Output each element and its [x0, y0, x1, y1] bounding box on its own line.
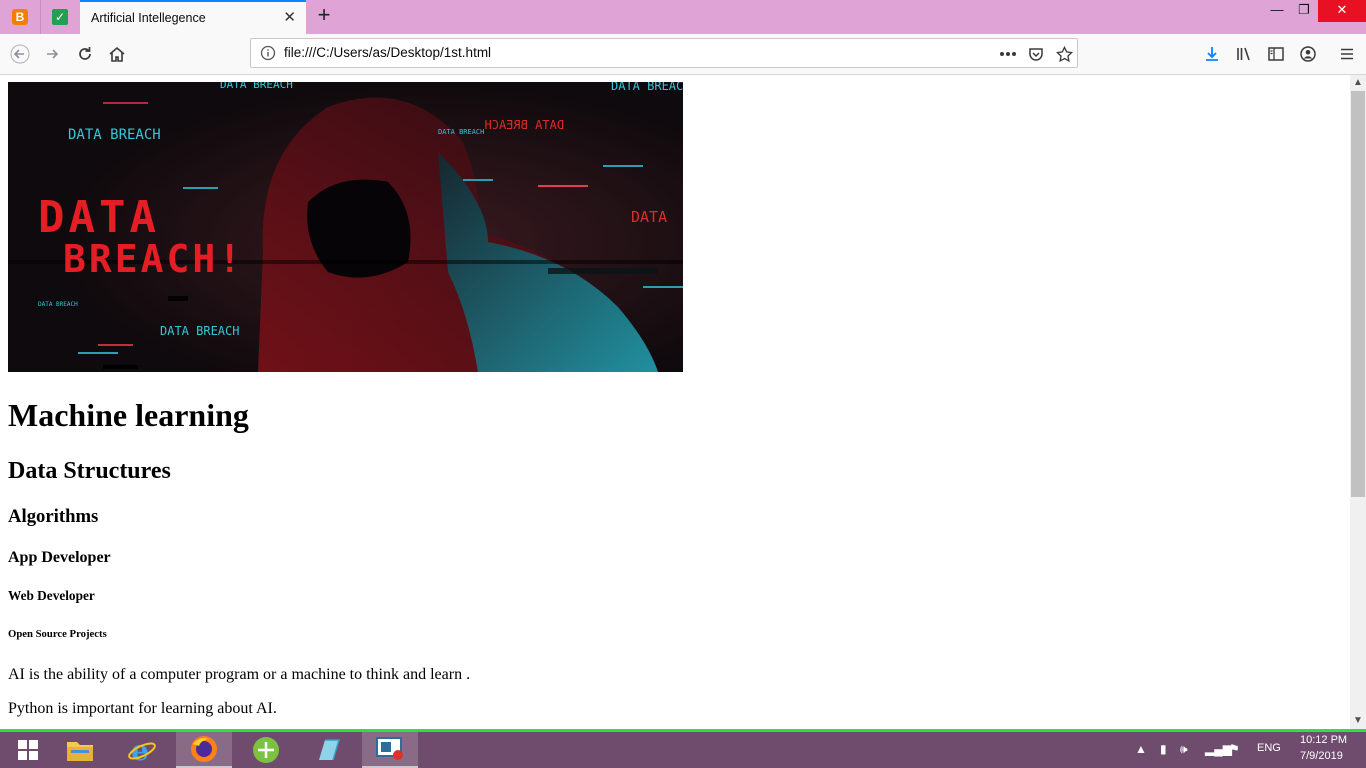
- scroll-up-arrow-icon[interactable]: ▲: [1350, 75, 1366, 91]
- scrollbar-thumb[interactable]: [1351, 91, 1365, 497]
- tab-title: Artificial Intellegence: [91, 11, 206, 25]
- checkmark-icon: ✓: [52, 9, 68, 25]
- hero-text: DATA BREACH: [220, 82, 293, 91]
- taskbar-app-green[interactable]: [238, 732, 294, 768]
- taskbar-internet-explorer[interactable]: e: [114, 732, 170, 768]
- volume-icon[interactable]: 🕪: [1180, 742, 1188, 757]
- sidebar-icon: [1268, 47, 1284, 61]
- taskbar-firefox[interactable]: [176, 732, 232, 768]
- tab-close-icon[interactable]: ✕: [283, 8, 296, 26]
- account-icon: [1300, 46, 1316, 62]
- vertical-scrollbar[interactable]: ▲ ▼: [1350, 75, 1366, 729]
- reload-button[interactable]: [73, 42, 97, 66]
- forward-button[interactable]: [40, 42, 64, 66]
- hero-text: DATA: [631, 208, 667, 226]
- network-icon[interactable]: ▂▄▆: [1205, 742, 1232, 756]
- heading-open-source-projects: Open Source Projects: [8, 628, 107, 640]
- back-button[interactable]: [8, 42, 32, 66]
- hero-big-text: DATA: [38, 192, 160, 243]
- data-breach-image: DATA BREACH DATA BREACH DATA BREACH DATA…: [8, 82, 683, 372]
- sidebar-button[interactable]: [1264, 42, 1288, 66]
- blogger-icon: B: [12, 9, 28, 25]
- bookmark-star-icon[interactable]: [1054, 44, 1074, 64]
- back-arrow-icon: [10, 44, 30, 64]
- account-button[interactable]: [1296, 42, 1320, 66]
- hero-text: DATA BREACH: [160, 324, 239, 338]
- folder-icon: [67, 742, 93, 761]
- library-button[interactable]: [1232, 42, 1256, 66]
- home-button[interactable]: [105, 42, 129, 66]
- clock-date[interactable]: 7/9/2019: [1300, 750, 1343, 762]
- library-icon: [1237, 47, 1250, 61]
- paragraph-python: Python is important for learning about A…: [8, 700, 277, 717]
- download-icon: [1206, 47, 1218, 61]
- scroll-down-arrow-icon[interactable]: ▼: [1350, 713, 1366, 729]
- pinned-tab-checklist[interactable]: ✓: [40, 0, 81, 34]
- forward-arrow-icon: [47, 49, 59, 59]
- heading-machine-learning: Machine learning: [8, 397, 249, 433]
- menu-button[interactable]: [1335, 42, 1359, 66]
- pocket-icon[interactable]: [1026, 44, 1046, 64]
- hero-big-text: BREACH!: [63, 237, 244, 281]
- language-indicator[interactable]: ENG: [1257, 742, 1281, 754]
- navigation-toolbar: file:///C:/Users/as/Desktop/1st.html: [0, 34, 1366, 75]
- firefox-icon: [191, 736, 217, 762]
- tab-strip: B ✓ Artificial Intellegence ✕ + — ❐ ✕: [0, 0, 1366, 34]
- heading-web-developer: Web Developer: [8, 588, 95, 603]
- windows-logo-icon: [18, 740, 38, 760]
- home-icon: [109, 46, 125, 62]
- battery-icon[interactable]: ▮: [1160, 742, 1167, 756]
- url-bar[interactable]: file:///C:/Users/as/Desktop/1st.html: [250, 38, 1078, 68]
- paragraph-ai-definition: AI is the ability of a computer program …: [8, 666, 471, 683]
- page-content: DATA BREACH DATA BREACH DATA BREACH DATA…: [0, 75, 1350, 729]
- hamburger-menu-icon: [1341, 48, 1353, 60]
- url-text[interactable]: file:///C:/Users/as/Desktop/1st.html: [284, 45, 491, 60]
- taskbar-file-explorer[interactable]: [52, 732, 108, 768]
- start-button[interactable]: [0, 732, 56, 768]
- taskbar-screen-recorder[interactable]: [362, 732, 418, 768]
- action-center-flag-icon[interactable]: ⚑: [1229, 742, 1240, 756]
- heading-algorithms: Algorithms: [8, 506, 99, 527]
- screen-recorder-icon: [376, 737, 403, 760]
- new-tab-button[interactable]: +: [314, 4, 334, 28]
- reload-icon: [79, 47, 91, 60]
- hero-text: DATA BREACH: [68, 127, 161, 143]
- hero-mirrored-text: DATA BREACH: [485, 118, 564, 132]
- hero-text: DATA BREACH: [38, 301, 78, 308]
- downloads-button[interactable]: [1200, 42, 1224, 66]
- app-blue-pencil-icon: [319, 739, 341, 761]
- hero-text: DATA BREACH: [438, 128, 484, 136]
- taskbar: e ▲ ▮ 🕪 ▂▄▆ ⚑ ENG 10:12 PM 7/9/2019: [0, 732, 1366, 768]
- hero-text: DATA BREACH: [611, 82, 683, 93]
- hero-image: DATA BREACH DATA BREACH DATA BREACH DATA…: [8, 82, 683, 372]
- close-window-button[interactable]: ✕: [1318, 0, 1366, 22]
- pinned-tab-blogger[interactable]: B: [0, 0, 41, 34]
- tab-active[interactable]: Artificial Intellegence ✕: [80, 0, 306, 34]
- taskbar-app-blue[interactable]: [300, 732, 356, 768]
- show-hidden-icons-icon[interactable]: ▲: [1135, 742, 1147, 756]
- page-actions-icon[interactable]: [998, 44, 1018, 64]
- clock-time[interactable]: 10:12 PM: [1300, 734, 1347, 746]
- app-green-circle-icon: [253, 737, 279, 763]
- internet-explorer-icon: e: [128, 735, 156, 765]
- heading-app-developer: App Developer: [8, 549, 111, 566]
- info-icon[interactable]: [260, 45, 276, 66]
- heading-data-structures: Data Structures: [8, 458, 171, 484]
